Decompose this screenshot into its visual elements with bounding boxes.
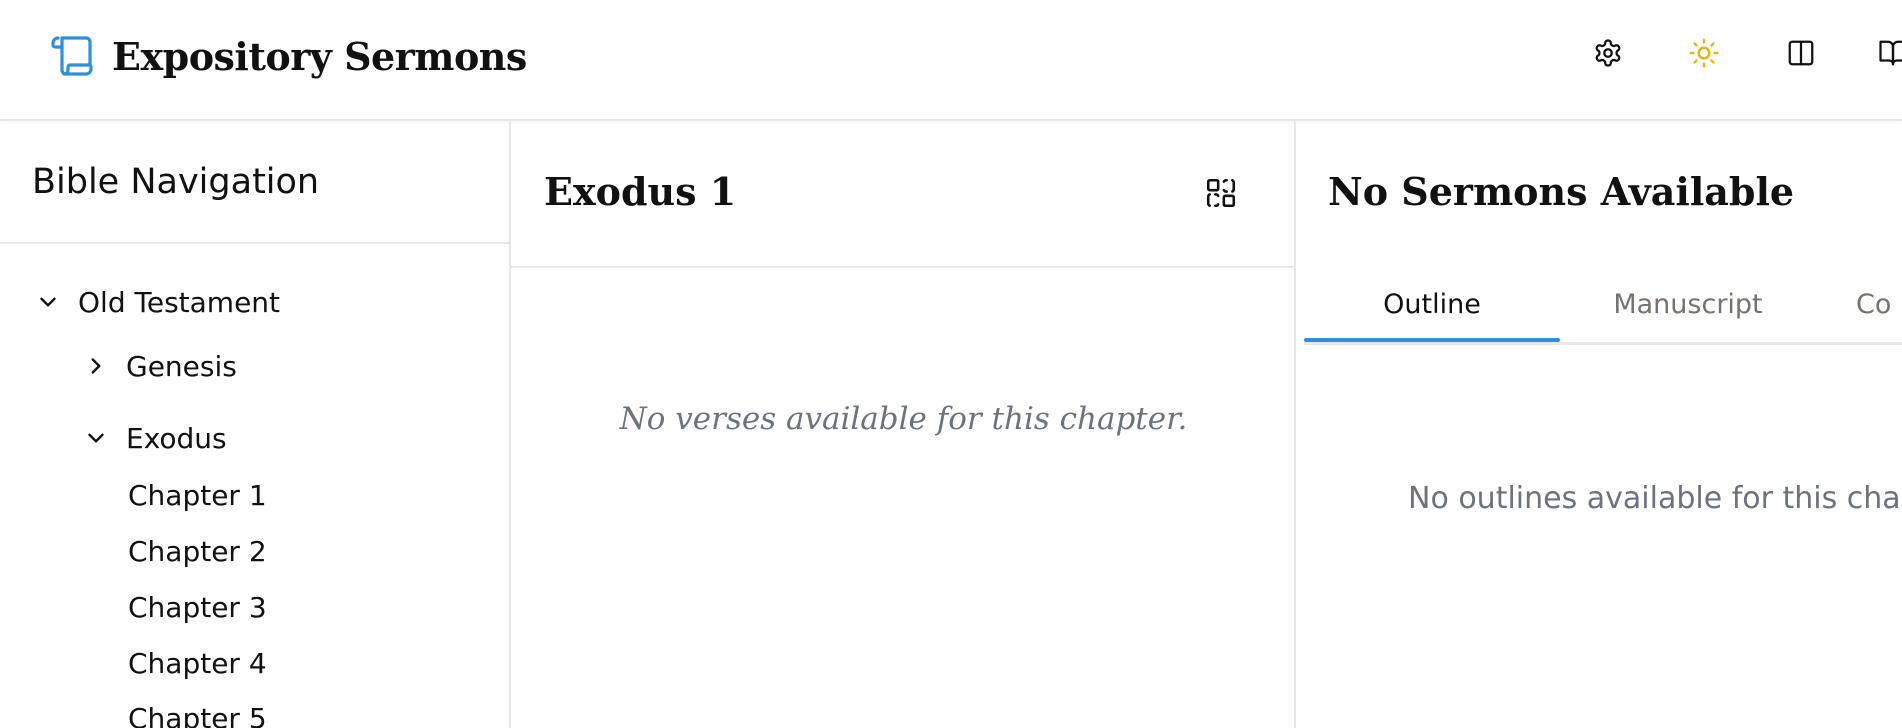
book-open-icon xyxy=(1878,38,1902,73)
divider xyxy=(511,266,1296,268)
app-title: Expository Sermons xyxy=(112,34,527,79)
passage-title: Exodus 1 xyxy=(544,169,737,214)
tree-item-genesis[interactable]: Genesis xyxy=(78,348,237,384)
tree-item-old-testament[interactable]: Old Testament xyxy=(30,284,280,320)
gear-icon xyxy=(1593,38,1623,73)
tab-commentary[interactable]: Co xyxy=(1856,289,1902,339)
chapter-label: Chapter 1 xyxy=(128,479,267,512)
tab-manuscript[interactable]: Manuscript xyxy=(1560,289,1816,339)
tab-label: Manuscript xyxy=(1613,289,1763,320)
chevron-right-icon xyxy=(78,348,114,384)
chapter-link-2[interactable]: Chapter 2 xyxy=(128,535,267,568)
settings-button[interactable] xyxy=(1591,38,1625,72)
sermons-title: No Sermons Available xyxy=(1328,169,1795,214)
reader-button[interactable] xyxy=(1876,38,1902,72)
bible-navigation-sidebar: Bible Navigation Old Testament Genesis E… xyxy=(0,121,511,728)
scroll-icon xyxy=(48,34,94,78)
chapter-link-4[interactable]: Chapter 4 xyxy=(128,647,267,680)
tree-item-label: Exodus xyxy=(126,421,227,455)
tab-label: Outline xyxy=(1383,289,1481,320)
tab-label: Co xyxy=(1856,289,1892,320)
sidebar-title: Bible Navigation xyxy=(32,162,320,202)
divider xyxy=(0,242,509,244)
layout-toggle-button[interactable] xyxy=(1784,38,1818,72)
sun-icon xyxy=(1688,37,1720,74)
tree-item-label: Old Testament xyxy=(78,285,281,319)
theme-toggle-button[interactable] xyxy=(1687,37,1721,74)
chapter-label: Chapter 5 xyxy=(128,702,267,728)
chevron-down-icon xyxy=(30,284,66,320)
chapter-link-1[interactable]: Chapter 1 xyxy=(128,479,267,512)
empty-outlines-message: No outlines available for this cha xyxy=(1408,481,1901,516)
app-header: Expository Sermons xyxy=(0,0,1902,121)
tabs-divider xyxy=(1304,342,1902,345)
sermons-panel: No Sermons Available Outline Manuscript … xyxy=(1296,121,1902,728)
swap-panels-button[interactable] xyxy=(1201,175,1241,215)
active-tab-indicator xyxy=(1304,338,1560,342)
chapter-label: Chapter 2 xyxy=(128,535,267,568)
passage-panel: Exodus 1 No verses available for this ch… xyxy=(511,121,1296,728)
chevron-down-icon xyxy=(78,420,114,456)
chapter-link-3[interactable]: Chapter 3 xyxy=(128,591,267,624)
chapter-label: Chapter 4 xyxy=(128,647,267,680)
empty-verses-message: No verses available for this chapter. xyxy=(619,401,1188,437)
tree-item-label: Genesis xyxy=(126,349,237,383)
columns-icon xyxy=(1786,38,1816,73)
tab-outline[interactable]: Outline xyxy=(1304,289,1560,339)
chapter-link-5[interactable]: Chapter 5 xyxy=(128,702,267,728)
tree-item-exodus[interactable]: Exodus xyxy=(78,420,227,456)
swap-panels-icon xyxy=(1204,176,1238,215)
chapter-label: Chapter 3 xyxy=(128,591,267,624)
